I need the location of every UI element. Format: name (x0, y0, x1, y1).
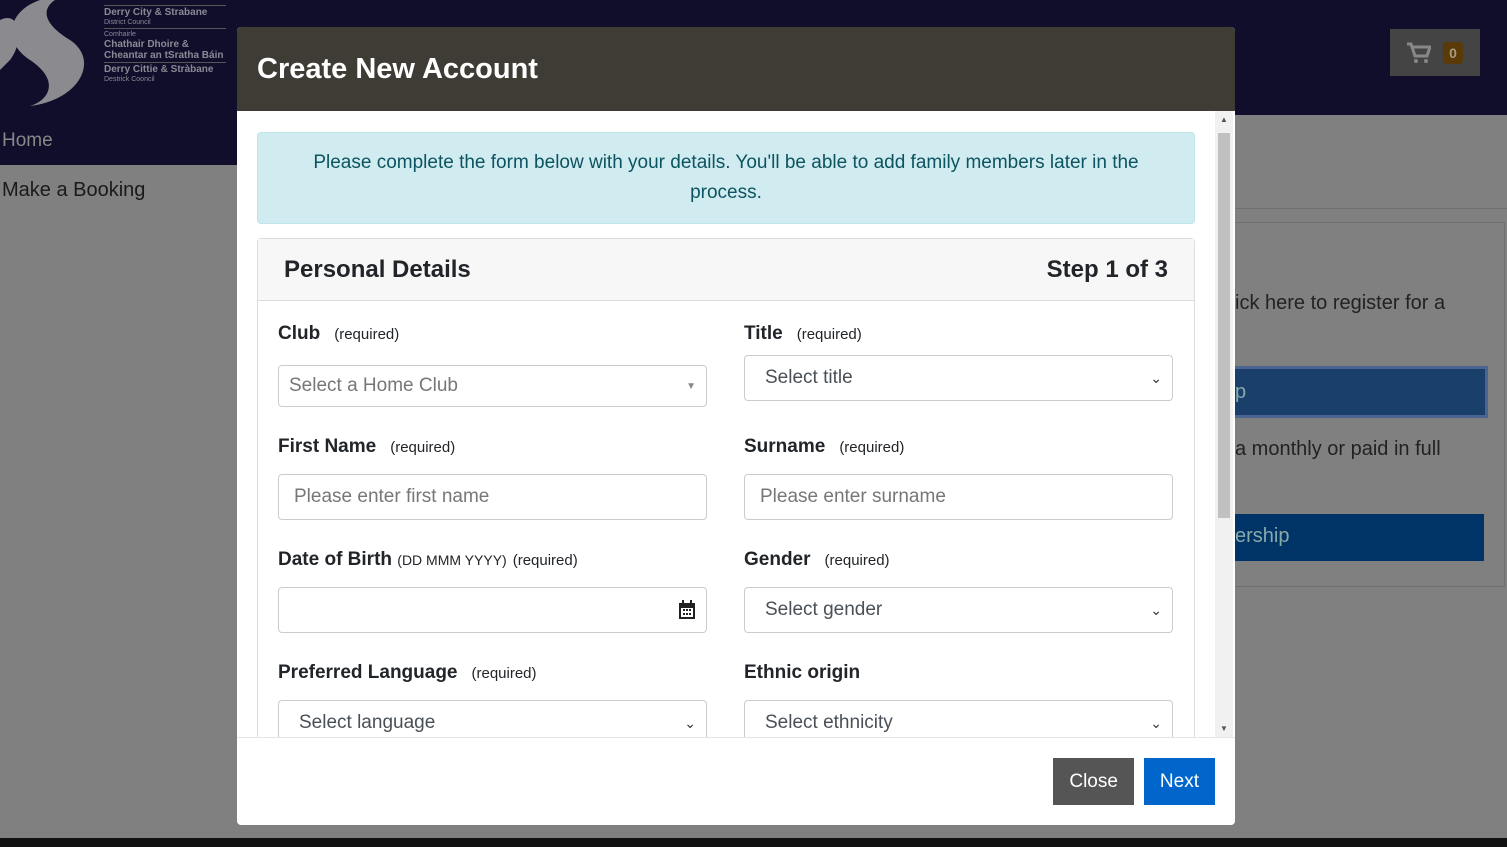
create-account-modal: Create New Account Please complete the f… (237, 27, 1235, 825)
required-hint: (required) (839, 439, 905, 456)
calendar-icon[interactable] (678, 600, 696, 620)
info-alert: Please complete the form below with your… (257, 132, 1195, 224)
next-button[interactable]: Next (1143, 758, 1215, 805)
close-button[interactable]: Close (1053, 758, 1134, 805)
modal-body: Please complete the form below with your… (237, 111, 1215, 737)
dob-format-hint: (DD MMM YYYY) (397, 552, 507, 568)
bottom-bar (0, 838, 1507, 847)
scroll-thumb[interactable] (1218, 133, 1230, 518)
cart-count-badge: 0 (1443, 41, 1463, 64)
chevron-down-icon: ⌄ (684, 714, 696, 731)
council-logo[interactable]: Derry City & Strabane District Council Co… (0, 0, 235, 110)
dob-label: Date of Birth (278, 549, 392, 570)
required-hint: (required) (390, 439, 456, 456)
required-hint: (required) (471, 665, 537, 682)
language-select-value: Select language (299, 712, 436, 733)
dob-input[interactable] (278, 587, 707, 633)
section-title: Personal Details (284, 255, 471, 283)
first-name-placeholder: Please enter first name (294, 486, 490, 507)
gender-select[interactable]: Select gender ⌄ (744, 587, 1173, 633)
title-label: Title (744, 323, 783, 344)
required-hint: (required) (796, 326, 862, 343)
chevron-down-icon: ⌄ (1150, 714, 1162, 731)
nav-home[interactable]: Home (0, 115, 237, 165)
title-select[interactable]: Select title ⌄ (744, 355, 1173, 401)
background-membership-button[interactable]: ership (1235, 514, 1484, 561)
gender-label: Gender (744, 549, 811, 570)
modal-footer: Close Next (237, 737, 1235, 825)
ethnic-origin-label: Ethnic origin (744, 662, 861, 683)
club-label: Club (278, 323, 321, 344)
scroll-down-icon[interactable]: ▼ (1220, 724, 1228, 733)
required-hint: (required) (512, 552, 578, 569)
modal-title: Create New Account (237, 27, 1235, 111)
background-button[interactable]: p (1235, 366, 1488, 418)
logo-swoosh-icon (0, 0, 85, 106)
surname-input[interactable]: Please enter surname (744, 474, 1173, 520)
background-text: a monthly or paid in full (1235, 438, 1441, 460)
required-hint: (required) (824, 552, 890, 569)
club-select[interactable]: Select a Home Club ▼ (278, 365, 707, 407)
step-indicator: Step 1 of 3 (1046, 255, 1168, 283)
ethnicity-select-value: Select ethnicity (765, 712, 893, 733)
gender-select-value: Select gender (765, 599, 883, 620)
personal-details-card: Personal Details Step 1 of 3 Club (require… (257, 238, 1195, 737)
language-label: Preferred Language (278, 662, 458, 683)
first-name-input[interactable]: Please enter first name (278, 474, 707, 520)
caret-down-icon: ▼ (686, 380, 696, 392)
language-select[interactable]: Select language ⌄ (278, 700, 707, 737)
nav-make-a-booking[interactable]: Make a Booking (2, 179, 145, 202)
chevron-down-icon: ⌄ (1150, 369, 1162, 386)
background-text: ick here to register for a (1235, 292, 1446, 314)
surname-label: Surname (744, 436, 826, 457)
divider (1235, 208, 1507, 209)
cart-button[interactable]: 0 (1390, 29, 1480, 76)
cart-icon (1407, 42, 1432, 63)
modal-scrollbar[interactable]: ▲ ▼ (1215, 111, 1233, 737)
required-hint: (required) (334, 326, 400, 343)
club-select-value: Select a Home Club (289, 375, 458, 396)
chevron-down-icon: ⌄ (1150, 601, 1162, 618)
ethnicity-select[interactable]: Select ethnicity ⌄ (744, 700, 1173, 737)
title-select-value: Select title (765, 367, 853, 388)
first-name-label: First Name (278, 436, 377, 457)
scroll-up-icon[interactable]: ▲ (1220, 115, 1228, 124)
surname-placeholder: Please enter surname (760, 486, 946, 507)
